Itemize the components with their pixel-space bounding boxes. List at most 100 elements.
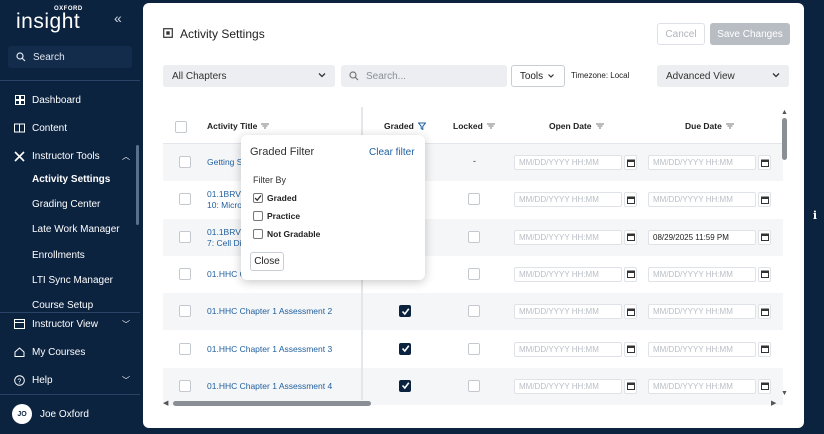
page-title-text: Activity Settings [180, 27, 265, 41]
sidebar-item-my-courses[interactable]: My Courses [0, 341, 140, 363]
open-date-input[interactable]: MM/DD/YYYY HH:MM [514, 341, 622, 357]
calendar-icon[interactable] [624, 155, 637, 170]
locked-checkbox[interactable] [468, 305, 480, 318]
select-all-checkbox[interactable] [175, 121, 187, 133]
column-header-label: Activity Title [207, 121, 258, 131]
locked-checkbox[interactable] [468, 342, 480, 355]
filter-option[interactable]: Practice [253, 211, 300, 221]
calendar-icon[interactable] [624, 192, 637, 208]
sidebar-subitem-enrollments[interactable]: Enrollments [32, 250, 85, 261]
view-select[interactable]: Advanced View [657, 65, 789, 87]
checkbox-icon[interactable] [253, 229, 263, 239]
filter-option[interactable]: Not Gradable [253, 229, 320, 239]
row-select-checkbox[interactable] [179, 193, 191, 206]
cancel-button[interactable]: Cancel [657, 23, 705, 45]
save-changes-button[interactable]: Save Changes [710, 23, 790, 45]
sidebar-item-instructor-tools[interactable]: Instructor Tools ︿ [0, 145, 140, 167]
filter-option[interactable]: Graded [253, 193, 297, 203]
graded-checkbox[interactable] [399, 379, 411, 392]
horizontal-scrollbar-thumb[interactable] [173, 401, 371, 406]
open-date-input[interactable]: MM/DD/YYYY HH:MM [514, 304, 622, 320]
activity-title-link[interactable]: 01.HHC Chapter 1 Assessment 4 [207, 381, 332, 392]
calendar-icon[interactable] [624, 304, 637, 320]
user-menu[interactable]: JO Joe Oxford [12, 404, 89, 424]
row-select-checkbox[interactable] [179, 305, 191, 318]
open-date-input[interactable]: MM/DD/YYYY HH:MM [514, 155, 622, 170]
open-date-input[interactable]: MM/DD/YYYY HH:MM [514, 378, 622, 394]
locked-checkbox[interactable] [468, 267, 480, 280]
activity-title-link[interactable]: 01.HHC Chapter 1 Assessment 3 [207, 344, 332, 355]
sidebar-scrollbar[interactable] [136, 145, 139, 225]
sidebar-search[interactable]: Search [8, 46, 132, 68]
locked-checkbox[interactable] [468, 193, 480, 206]
due-date-input[interactable]: MM/DD/YYYY HH:MM [648, 266, 756, 282]
calendar-icon[interactable] [758, 192, 771, 208]
collapse-sidebar-icon[interactable]: « [114, 10, 122, 26]
column-header-activity-title[interactable]: Activity Title [207, 121, 270, 131]
calendar-icon[interactable] [758, 229, 771, 245]
checkbox-icon[interactable] [253, 211, 263, 221]
scroll-down-arrow[interactable]: ▼ [781, 390, 788, 397]
calendar-icon[interactable] [758, 341, 771, 357]
due-date-input[interactable]: MM/DD/YYYY HH:MM [648, 304, 756, 320]
open-date-input[interactable]: MM/DD/YYYY HH:MM [514, 266, 622, 282]
column-header-locked[interactable]: Locked [453, 121, 495, 131]
due-date-input[interactable]: MM/DD/YYYY HH:MM [648, 341, 756, 357]
row-select-checkbox[interactable] [179, 230, 191, 243]
due-date-input[interactable]: MM/DD/YYYY HH:MM [648, 192, 756, 208]
scroll-up-arrow[interactable]: ▲ [781, 109, 788, 116]
calendar-icon[interactable] [624, 229, 637, 245]
due-date-input[interactable]: MM/DD/YYYY HH:MM [648, 155, 756, 170]
filter-option-label: Not Gradable [267, 229, 321, 239]
calendar-icon[interactable] [758, 304, 771, 320]
oxford-insight-logo[interactable]: OXFORD insight [16, 6, 83, 32]
open-date-input[interactable]: MM/DD/YYYY HH:MM [514, 192, 622, 208]
activity-title-link[interactable]: 01.1BRV 10: Micro [207, 189, 242, 211]
chapter-select[interactable]: All Chapters [163, 65, 335, 87]
row-select-checkbox[interactable] [179, 156, 191, 168]
svg-text:?: ? [17, 378, 21, 385]
scroll-right-arrow[interactable]: ▶ [771, 399, 776, 407]
column-header-due-date[interactable]: Due Date [685, 121, 734, 131]
open-date-input[interactable]: MM/DD/YYYY HH:MM [514, 229, 622, 245]
calendar-icon[interactable] [758, 155, 771, 170]
sidebar-subitem-lti-sync-manager[interactable]: LTI Sync Manager [32, 275, 113, 286]
sidebar-subitem-course-setup[interactable]: Course Setup [32, 300, 93, 311]
calendar-icon[interactable] [758, 266, 771, 282]
filter-by-label: Filter By [253, 175, 287, 185]
graded-checkbox[interactable] [399, 342, 411, 355]
sidebar-subitem-grading-center[interactable]: Grading Center [32, 199, 100, 210]
info-icon[interactable]: i [805, 205, 824, 225]
graded-checkbox[interactable] [399, 305, 411, 318]
scroll-left-arrow[interactable]: ◀ [163, 399, 168, 407]
calendar-icon[interactable] [624, 341, 637, 357]
clear-filter-link[interactable]: Clear filter [369, 147, 415, 158]
sidebar-item-help[interactable]: ? Help ﹀ [0, 369, 140, 391]
calendar-icon[interactable] [758, 378, 771, 394]
sidebar-item-dashboard[interactable]: Dashboard [0, 89, 140, 111]
sidebar-item-instructor-view[interactable]: Instructor View ﹀ [0, 313, 140, 335]
activity-title-link[interactable]: 01.HHC C [207, 269, 246, 280]
row-select-checkbox[interactable] [179, 379, 191, 392]
calendar-icon[interactable] [624, 266, 637, 282]
sidebar-subitem-late-work-manager[interactable]: Late Work Manager [32, 224, 120, 235]
sidebar-subitem-activity-settings[interactable]: Activity Settings [32, 174, 110, 185]
due-date-input[interactable]: 08/29/2025 11:59 PM [648, 229, 756, 245]
row-select-checkbox[interactable] [179, 267, 191, 280]
locked-checkbox[interactable] [468, 379, 480, 392]
calendar-icon[interactable] [624, 378, 637, 394]
column-header-open-date[interactable]: Open Date [549, 121, 604, 131]
close-button[interactable]: Close [250, 252, 284, 271]
sidebar-item-content[interactable]: Content [0, 117, 140, 139]
activity-title-link[interactable]: Getting S [207, 157, 242, 168]
locked-checkbox[interactable] [468, 230, 480, 243]
activity-title-link[interactable]: 01.1BRV 7: Cell Di [207, 227, 241, 249]
row-select-checkbox[interactable] [179, 342, 191, 355]
checked-checkbox-icon[interactable] [253, 193, 263, 203]
activity-title-link[interactable]: 01.HHC Chapter 1 Assessment 2 [207, 306, 332, 317]
activity-search-input[interactable]: Search... [341, 65, 507, 87]
tools-dropdown[interactable]: Tools [511, 65, 565, 87]
due-date-input[interactable]: MM/DD/YYYY HH:MM [648, 378, 756, 394]
vertical-scrollbar-thumb[interactable] [782, 118, 787, 160]
column-header-graded[interactable]: Graded [384, 121, 426, 131]
